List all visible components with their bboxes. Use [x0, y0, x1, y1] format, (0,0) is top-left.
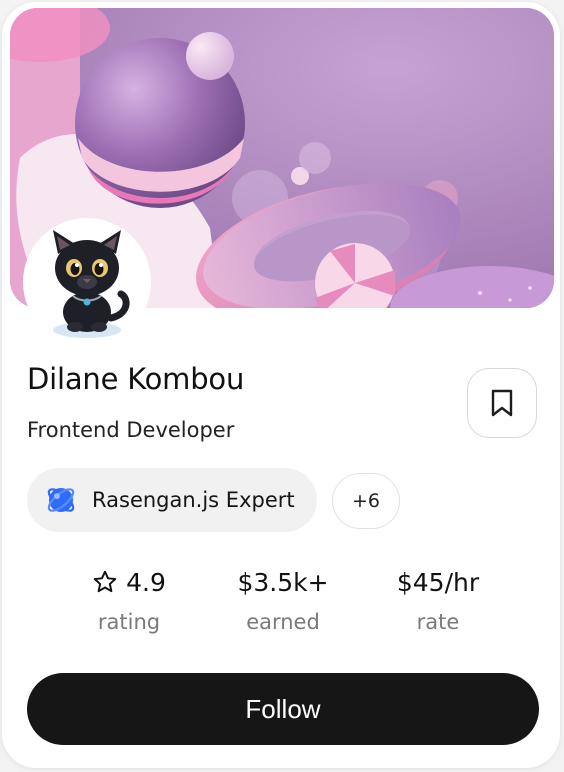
rasengan-logo-icon — [47, 488, 75, 512]
earned-label: earned — [246, 610, 320, 634]
stat-earned: $3.5k+ earned — [203, 564, 363, 635]
profile-card: Dilane Kombou Frontend Developer Rasenga… — [2, 2, 560, 768]
bookmark-button[interactable] — [467, 368, 537, 438]
skill-label: Rasengan.js Expert — [92, 488, 295, 512]
rate-value: $45/hr — [396, 567, 480, 597]
profile-role: Frontend Developer — [27, 418, 235, 442]
more-skills-chip[interactable]: +6 — [332, 473, 400, 529]
stat-rating: 4.9 rating — [49, 564, 209, 634]
skill-chip[interactable]: Rasengan.js Expert — [27, 468, 317, 532]
star-outline-icon — [93, 570, 117, 593]
rating-value: 4.9 — [126, 567, 166, 597]
rating-label: rating — [97, 610, 161, 634]
rate-label: rate — [416, 610, 460, 634]
follow-button[interactable]: Follow — [27, 673, 539, 745]
profile-name: Dilane Kombou — [27, 362, 245, 396]
earned-value: $3.5k+ — [237, 567, 329, 597]
black-panther-cub-avatar-icon — [25, 220, 149, 344]
avatar[interactable] — [25, 220, 149, 344]
bookmark-icon — [491, 389, 513, 417]
stat-rate: $45/hr rate — [358, 564, 518, 635]
